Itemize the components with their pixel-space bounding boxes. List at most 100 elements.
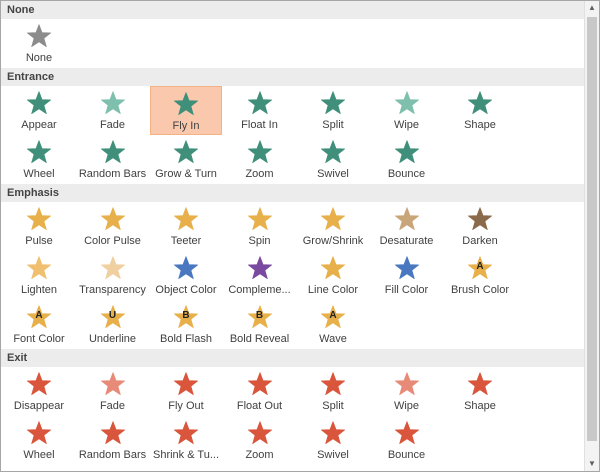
animation-label: Grow/Shrink — [302, 235, 364, 247]
animation-label: Bounce — [387, 168, 426, 180]
animation-label: Fill Color — [384, 284, 429, 296]
star-swivel-out-icon — [318, 419, 348, 447]
scroll-down-arrow-icon[interactable]: ▼ — [585, 457, 599, 471]
animation-label: Fly Out — [168, 400, 204, 412]
animation-tile[interactable]: Float In — [224, 86, 296, 135]
animation-tile[interactable]: Fill Color — [371, 251, 443, 300]
animation-tile[interactable]: Transparency — [77, 251, 149, 300]
animation-tile[interactable]: B Bold Flash — [150, 300, 222, 349]
star-split-out-icon — [318, 370, 348, 398]
star-zoom-out-icon — [245, 419, 275, 447]
star-wipe-out-icon — [392, 370, 422, 398]
animation-label: Random Bars — [78, 168, 147, 180]
animation-tile[interactable]: Wheel — [3, 135, 75, 184]
section-grid: None — [1, 19, 584, 68]
animation-label: None — [25, 52, 53, 64]
animation-tile[interactable]: Disappear — [3, 367, 75, 416]
animation-tile[interactable]: Random Bars — [77, 135, 149, 184]
star-font-color-icon: A — [24, 303, 54, 331]
animation-label: Wave — [319, 333, 347, 345]
animation-tile[interactable]: Wheel — [3, 416, 75, 465]
animation-tile[interactable]: Zoom — [224, 416, 296, 465]
animation-tile[interactable]: A Wave — [297, 300, 369, 349]
animation-tile[interactable]: Fly In — [150, 86, 222, 135]
animation-tile[interactable]: Compleme... — [224, 251, 296, 300]
animation-tile[interactable]: Pulse — [3, 202, 75, 251]
animation-tile[interactable]: Split — [297, 86, 369, 135]
animation-tile[interactable]: Color Pulse — [77, 202, 149, 251]
animation-tile[interactable]: Swivel — [297, 135, 369, 184]
star-letter: A — [476, 261, 484, 272]
animation-tile[interactable]: Object Color — [150, 251, 222, 300]
animation-tile[interactable]: Fly Out — [150, 367, 222, 416]
animation-tile[interactable]: Swivel — [297, 416, 369, 465]
animation-label: Brush Color — [450, 284, 510, 296]
animation-tile[interactable]: Desaturate — [371, 202, 443, 251]
animation-tile[interactable]: Fade — [77, 367, 149, 416]
star-darken-icon — [465, 205, 495, 233]
animation-label: Zoom — [245, 449, 274, 461]
animation-label: Fly In — [172, 120, 200, 132]
star-grow-turn-icon — [171, 138, 201, 166]
vertical-scrollbar[interactable]: ▲ ▼ — [584, 1, 599, 471]
star-bold-reveal-icon: B — [245, 303, 275, 331]
animation-tile[interactable]: Shrink & Tu... — [150, 416, 222, 465]
star-bold-flash-icon: B — [171, 303, 201, 331]
animation-tile[interactable]: None — [3, 19, 75, 68]
star-wheel-out-icon — [24, 419, 54, 447]
star-shrink-turn-icon — [171, 419, 201, 447]
animation-label: Color Pulse — [84, 235, 141, 247]
animation-tile[interactable]: Spin — [224, 202, 296, 251]
animation-tile[interactable]: Grow/Shrink — [297, 202, 369, 251]
animation-tile[interactable]: Shape — [444, 367, 516, 416]
star-fade-icon — [98, 89, 128, 117]
animation-label: Teeter — [170, 235, 202, 247]
animation-tile[interactable]: B Bold Reveal — [224, 300, 296, 349]
star-fly-in-icon — [171, 90, 201, 118]
star-shape-icon — [465, 89, 495, 117]
star-fade-out-icon — [98, 370, 128, 398]
star-bounce-icon — [392, 138, 422, 166]
animation-label: Bold Flash — [160, 333, 212, 345]
star-wipe-icon — [392, 89, 422, 117]
animation-tile[interactable]: U Underline — [77, 300, 149, 349]
animation-tile[interactable]: A Font Color — [3, 300, 75, 349]
star-bounce-out-icon — [392, 419, 422, 447]
star-appear-icon — [24, 89, 54, 117]
animation-tile[interactable]: Zoom — [224, 135, 296, 184]
scroll-up-arrow-icon[interactable]: ▲ — [585, 1, 599, 15]
animation-tile[interactable]: Float Out — [224, 367, 296, 416]
star-letter: U — [108, 310, 117, 321]
section-header: Exit — [1, 349, 584, 367]
star-zoom-icon — [245, 138, 275, 166]
animation-tile[interactable]: Fade — [77, 86, 149, 135]
section-header: Emphasis — [1, 184, 584, 202]
animation-tile[interactable]: Bounce — [371, 135, 443, 184]
section-grid: Appear Fade Fly In Float In Split Wipe Shape Wh… — [1, 86, 584, 184]
animation-tile[interactable]: Split — [297, 367, 369, 416]
gallery-scroll-area[interactable]: None None Entrance Appear Fade Fly In Float In… — [1, 1, 584, 471]
animation-tile[interactable]: Shape — [444, 86, 516, 135]
animation-tile[interactable]: Wipe — [371, 86, 443, 135]
animation-tile[interactable]: Bounce — [371, 416, 443, 465]
animation-tile[interactable]: Lighten — [3, 251, 75, 300]
animation-tile[interactable]: Darken — [444, 202, 516, 251]
animation-tile[interactable]: Line Color — [297, 251, 369, 300]
animation-tile[interactable]: Appear — [3, 86, 75, 135]
animation-tile[interactable]: A Brush Color — [444, 251, 516, 300]
animation-tile[interactable]: Grow & Turn — [150, 135, 222, 184]
animation-label: Disappear — [13, 400, 65, 412]
star-line-color-icon — [318, 254, 348, 282]
animation-tile[interactable]: Wipe — [371, 367, 443, 416]
star-letter: B — [182, 310, 190, 321]
animation-tile[interactable]: Random Bars — [77, 416, 149, 465]
animation-label: Float In — [241, 119, 278, 131]
star-object-color-icon — [171, 254, 201, 282]
scrollbar-thumb[interactable] — [587, 17, 597, 441]
star-letter: A — [35, 310, 43, 321]
animation-label: Font Color — [13, 333, 65, 345]
animation-label: Lighten — [20, 284, 58, 296]
animation-tile[interactable]: Teeter — [150, 202, 222, 251]
animation-label: Wipe — [393, 400, 420, 412]
star-underline-icon: U — [98, 303, 128, 331]
